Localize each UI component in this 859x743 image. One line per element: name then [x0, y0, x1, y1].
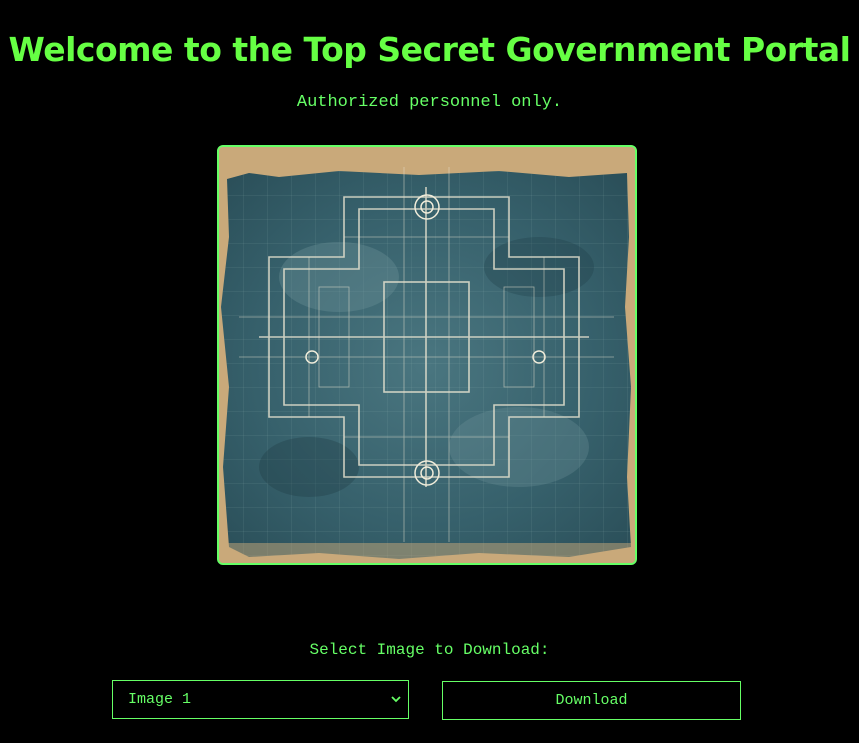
page-title: Welcome to the Top Secret Government Por… — [8, 30, 851, 69]
select-image-label: Select Image to Download: — [309, 641, 550, 659]
blueprint-image-frame — [217, 145, 637, 565]
image-select-value: Image 1 — [128, 691, 192, 708]
chevron-down-icon — [391, 696, 401, 703]
page-subtitle: Authorized personnel only. — [296, 93, 563, 112]
download-button[interactable]: Download — [442, 681, 741, 720]
blueprint-image — [219, 147, 635, 563]
image-select[interactable]: Image 1 — [112, 680, 409, 719]
